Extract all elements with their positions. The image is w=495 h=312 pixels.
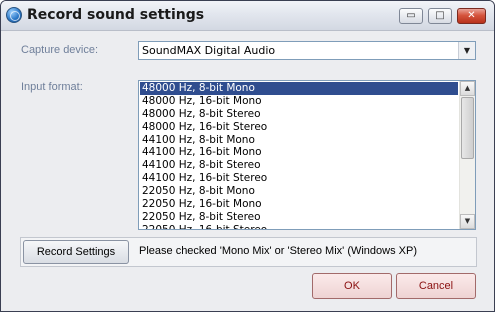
format-list-item[interactable]: 48000 Hz, 8-bit Mono (140, 82, 458, 95)
format-list-item[interactable]: 48000 Hz, 16-bit Stereo (140, 121, 458, 134)
ok-button[interactable]: OK (312, 273, 392, 299)
format-list-item[interactable]: 44100 Hz, 8-bit Stereo (140, 159, 458, 172)
format-list-item[interactable]: 22050 Hz, 8-bit Mono (140, 185, 458, 198)
app-globe-icon (6, 7, 22, 23)
window-title: Record sound settings (27, 7, 205, 23)
input-format-items: 48000 Hz, 8-bit Mono 48000 Hz, 16-bit Mon… (140, 82, 458, 229)
input-format-list[interactable]: 48000 Hz, 8-bit Mono 48000 Hz, 16-bit Mon… (138, 80, 476, 230)
maximize-button[interactable]: □ (428, 8, 452, 24)
format-list-item[interactable]: 22050 Hz, 16-bit Mono (140, 198, 458, 211)
format-list-item[interactable]: 48000 Hz, 8-bit Stereo (140, 108, 458, 121)
record-settings-button[interactable]: Record Settings (23, 240, 129, 264)
record-sound-settings-dialog: Record sound settings ▭ □ ✕ Capture devi… (0, 0, 495, 312)
minimize-button[interactable]: ▭ (399, 8, 423, 24)
scroll-up-button[interactable]: ▲ (460, 81, 475, 96)
format-list-item[interactable]: 22050 Hz, 8-bit Stereo (140, 211, 458, 224)
scroll-down-button[interactable]: ▼ (460, 214, 475, 229)
record-settings-bar: Record Settings Please checked 'Mono Mix… (20, 237, 477, 267)
format-list-item[interactable]: 44100 Hz, 16-bit Mono (140, 146, 458, 159)
scrollbar-thumb[interactable] (461, 97, 474, 159)
input-format-label: Input format: (21, 81, 83, 93)
vertical-scrollbar[interactable]: ▲ ▼ (459, 81, 475, 229)
chevron-down-icon[interactable]: ▼ (458, 42, 475, 59)
format-list-item[interactable]: 44100 Hz, 8-bit Mono (140, 134, 458, 147)
format-list-item[interactable]: 44100 Hz, 16-bit Stereo (140, 172, 458, 185)
capture-device-select[interactable]: SoundMAX Digital Audio ▼ (138, 41, 476, 60)
close-button[interactable]: ✕ (457, 8, 486, 24)
cancel-button[interactable]: Cancel (396, 273, 476, 299)
format-list-item[interactable]: 22050 Hz, 16-bit Stereo (140, 224, 458, 229)
mix-hint-text: Please checked 'Mono Mix' or 'Stereo Mix… (139, 245, 417, 257)
title-bar[interactable]: Record sound settings ▭ □ ✕ (1, 1, 494, 31)
format-list-item[interactable]: 48000 Hz, 16-bit Mono (140, 95, 458, 108)
capture-device-label: Capture device: (21, 44, 99, 56)
capture-device-value: SoundMAX Digital Audio (142, 44, 276, 57)
